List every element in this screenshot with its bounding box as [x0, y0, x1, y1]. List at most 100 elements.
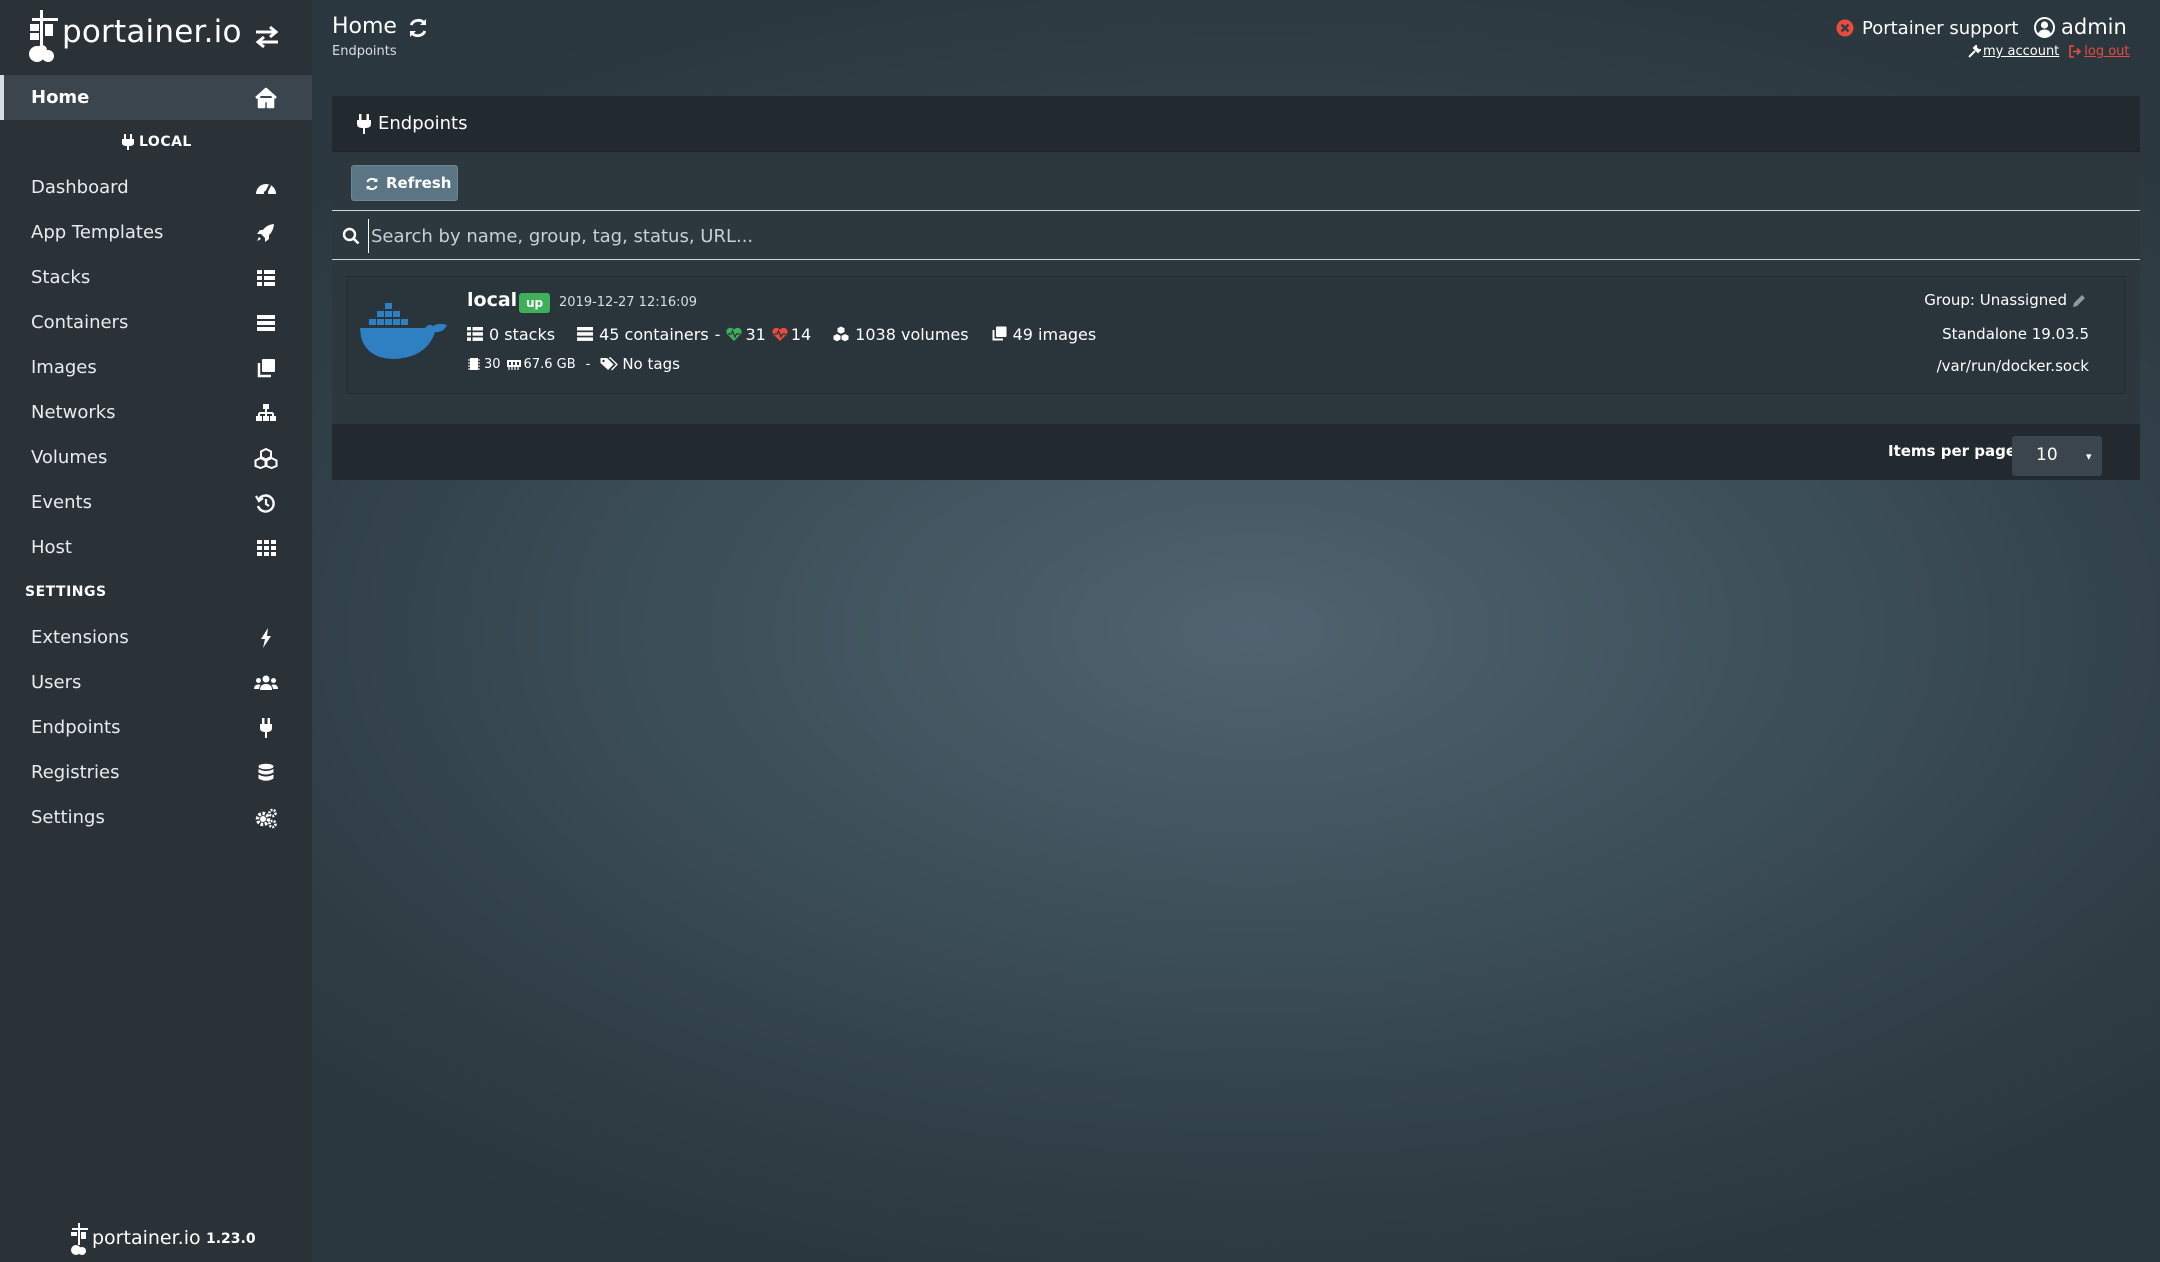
items-per-page-select[interactable]: 10 ▾: [2012, 436, 2102, 476]
home-icon: [255, 87, 277, 109]
wrench-icon: [1968, 45, 1981, 58]
sitemap-icon: [256, 404, 276, 421]
items-per-page-label: Items per page: [1888, 442, 2017, 460]
sidebar-item-volumes[interactable]: Volumes: [0, 435, 312, 480]
widget-body: Refresh local up 2019-12-27 12:16:09: [332, 152, 2140, 480]
rocket-icon: [257, 224, 274, 242]
sidebar-item-extensions[interactable]: Extensions: [0, 615, 312, 660]
sidebar-toggle-arrows-icon[interactable]: [252, 24, 282, 50]
sidebar-item-home[interactable]: Home: [0, 75, 312, 120]
tags-label: No tags: [622, 355, 680, 373]
sidebar-item-label: Networks: [31, 402, 116, 423]
portainer-logo-icon[interactable]: [28, 8, 64, 64]
sidebar-item-registries[interactable]: Registries: [0, 750, 312, 795]
refresh-button[interactable]: Refresh: [351, 165, 458, 201]
sidebar: portainer.io Home LOCAL Dashboard App Te…: [0, 0, 312, 1262]
sidebar-item-events[interactable]: Events: [0, 480, 312, 525]
sidebar-item-label: Home: [31, 87, 90, 108]
memory-size: 67.6 GB: [523, 356, 576, 372]
sidebar-item-label: Images: [31, 357, 97, 378]
sidebar-item-endpoints[interactable]: Endpoints: [0, 705, 312, 750]
page-title: Home: [332, 14, 397, 39]
user-circle-icon: [2034, 16, 2055, 38]
endpoint-group: Group: Unassigned: [1924, 291, 2067, 309]
sidebar-item-label: Settings: [31, 807, 105, 828]
sidebar-item-label: Registries: [31, 762, 120, 783]
search-input[interactable]: [368, 219, 2068, 253]
memory-icon: [506, 360, 521, 370]
brand: portainer.io: [0, 0, 312, 74]
sidebar-item-app-templates[interactable]: App Templates: [0, 210, 312, 255]
my-account-link[interactable]: my account: [1968, 44, 2059, 59]
stacks-count: 0 stacks: [489, 324, 556, 344]
endpoint-stats: 0 stacks 45 containers - 31 14 1038 volu…: [467, 323, 1096, 345]
endpoint-type: Standalone 19.03.5: [1942, 325, 2089, 343]
widget-footer: Items per page 10 ▾: [332, 424, 2140, 480]
support-label: Portainer support: [1862, 17, 2019, 39]
sidebar-item-label: Dashboard: [31, 177, 129, 198]
user-info: admin: [2034, 14, 2127, 40]
server-icon: [577, 327, 594, 341]
sidebar-item-containers[interactable]: Containers: [0, 300, 312, 345]
portainer-support-link[interactable]: Portainer support: [1836, 16, 2018, 40]
clone-icon: [992, 326, 1007, 341]
sidebar-item-label: Containers: [31, 312, 129, 333]
clone-icon: [257, 359, 275, 378]
bolt-icon: [261, 628, 271, 648]
refresh-icon: [366, 177, 378, 191]
endpoint-name: local: [467, 289, 518, 311]
sidebar-item-stacks[interactable]: Stacks: [0, 255, 312, 300]
user-name: admin: [2061, 15, 2127, 39]
caret-down-icon: ▾: [2086, 450, 2092, 463]
endpoints-widget: Endpoints Refresh Search by name, group,…: [332, 96, 2140, 480]
history-icon: [255, 494, 275, 513]
sidebar-item-host[interactable]: Host: [0, 525, 312, 570]
endpoint-item[interactable]: local up 2019-12-27 12:16:09 0 stacks 45…: [346, 276, 2126, 394]
sidebar-item-label: Stacks: [31, 267, 91, 288]
my-account-label: my account: [1983, 44, 2060, 59]
sidebar-item-label: Extensions: [31, 627, 129, 648]
heartbeat-icon: [772, 327, 788, 341]
refresh-icon[interactable]: [406, 16, 430, 40]
cubes-icon: [833, 326, 849, 342]
images-count: 49 images: [1012, 324, 1097, 344]
pencil-icon[interactable]: [2071, 293, 2087, 309]
footer-version: 1.23.0: [206, 1231, 256, 1247]
sidebar-item-dashboard[interactable]: Dashboard: [0, 165, 312, 210]
tachometer-icon: [256, 184, 276, 196]
plug-icon: [260, 718, 272, 738]
th-list-icon: [467, 327, 483, 341]
search-icon: [342, 227, 360, 245]
search-bar: [332, 210, 2140, 260]
endpoint-section-title: LOCAL: [122, 134, 192, 150]
endpoint-resources: 30 67.6 GB - No tags: [467, 355, 680, 373]
log-out-link[interactable]: log out: [2069, 44, 2130, 59]
plug-icon: [357, 114, 371, 134]
refresh-button-label: Refresh: [386, 174, 452, 192]
sidebar-item-label: Host: [31, 537, 72, 558]
account-links: my account log out: [1968, 44, 2130, 59]
users-icon: [254, 675, 278, 690]
sidebar-item-label: Volumes: [31, 447, 108, 468]
sidebar-item-label: Events: [31, 492, 92, 513]
sidebar-item-networks[interactable]: Networks: [0, 390, 312, 435]
th-list-icon: [257, 270, 275, 286]
times-circle-icon: [1836, 19, 1854, 37]
sidebar-item-label: Users: [31, 672, 82, 693]
volumes-count: 1038 volumes: [855, 324, 969, 344]
sidebar-item-settings[interactable]: Settings: [0, 795, 312, 840]
database-icon: [258, 763, 274, 781]
sidebar-item-images[interactable]: Images: [0, 345, 312, 390]
healthy-count: 31: [745, 324, 766, 344]
footer-brand-name: portainer.io: [92, 1227, 201, 1249]
widget-header: Endpoints: [332, 96, 2140, 152]
th-icon: [257, 540, 276, 556]
unhealthy-count: 14: [790, 324, 812, 344]
sidebar-item-users[interactable]: Users: [0, 660, 312, 705]
portainer-logo-icon: [71, 1223, 88, 1255]
docker-logo-icon: [360, 303, 447, 359]
log-out-label: log out: [2084, 44, 2130, 59]
cpu-count: 30: [484, 356, 501, 372]
heartbeat-icon: [726, 327, 743, 341]
tags-separator: -: [585, 356, 591, 372]
